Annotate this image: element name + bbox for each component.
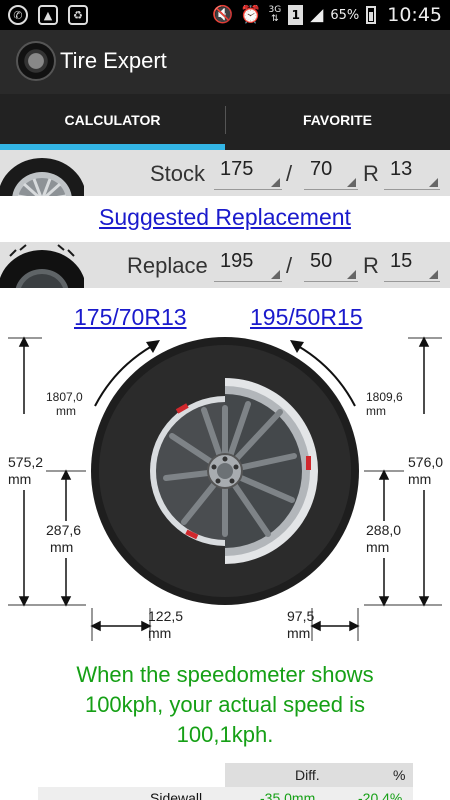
replace-width: 97,5 mm	[287, 608, 315, 641]
tab-calculator[interactable]: CALCULATOR	[0, 94, 225, 150]
replace-tire-image	[0, 242, 84, 288]
speedometer-result: When the speedometer shows 100kph, your …	[20, 660, 430, 750]
battery-percent: 65%	[330, 7, 360, 23]
replace-radius: 288,0 mm	[366, 522, 402, 555]
clock: 10:45	[387, 4, 442, 26]
row-percent: -20,4%	[358, 790, 403, 800]
stock-diameter: 575,2 mm	[8, 454, 44, 487]
stock-row: Stock 175 / 70 R 13	[0, 150, 450, 196]
replace-slash: /	[286, 253, 293, 278]
network-3g-icon: 3G ⇅	[268, 5, 282, 24]
battery-icon	[366, 6, 377, 24]
sim-1-icon: 1	[288, 5, 304, 25]
header-diff: Diff.	[295, 767, 320, 783]
header-percent: %	[393, 767, 406, 783]
speed-line-2: 100kph, your actual speed is	[84, 692, 366, 717]
replace-diameter: 576,0 mm	[408, 454, 444, 487]
whatsapp-icon: ✆	[8, 5, 28, 25]
stock-circumference: 1807,0 mm	[46, 390, 83, 418]
tire-comparison-diagram: 175/70R13 195/50R15 1807,0 mm 1809,6 mm …	[0, 296, 450, 646]
replace-row: Replace 195 / 50 R 15	[0, 242, 450, 288]
recycle-icon: ♻	[68, 5, 88, 25]
gallery-icon: ▲	[38, 5, 58, 25]
tab-favorite[interactable]: FAVORITE	[225, 94, 450, 150]
stock-aspect-select[interactable]: 70	[304, 158, 358, 190]
replace-label: Replace	[127, 253, 208, 278]
stock-r-label: R	[363, 161, 379, 186]
stock-label: Stock	[150, 161, 206, 186]
stock-width-select[interactable]: 175	[214, 158, 282, 190]
app-bar: Tire Expert	[0, 30, 450, 94]
app-title: Tire Expert	[60, 48, 167, 73]
replace-rim-select[interactable]: 15	[384, 250, 440, 282]
stock-tire-image	[0, 150, 84, 196]
tire-app-icon[interactable]	[16, 41, 56, 81]
replace-aspect-select[interactable]: 50	[304, 250, 358, 282]
replace-r-label: R	[363, 253, 379, 278]
stock-slash: /	[286, 161, 293, 186]
tab-bar: CALCULATOR FAVORITE	[0, 94, 450, 150]
replace-circumference: 1809,6 mm	[366, 390, 403, 418]
suggested-replacement-link[interactable]: Suggested Replacement	[0, 204, 450, 231]
stock-width: 122,5 mm	[148, 608, 184, 641]
comparison-table-header: Diff. %	[225, 763, 413, 787]
row-label: Sidewall	[150, 790, 203, 800]
signal-icon: ◢	[310, 5, 324, 25]
stock-radius: 287,6 mm	[46, 522, 82, 555]
speed-line-1: When the speedometer shows	[76, 662, 374, 687]
table-row: Sidewall -35,0mm -20,4%	[38, 787, 413, 800]
alarm-icon: ⏰	[240, 5, 262, 25]
speed-line-3: 100,1kph.	[176, 722, 274, 747]
replace-width-select[interactable]: 195	[214, 250, 282, 282]
row-diff: -35,0mm	[260, 790, 316, 800]
stock-rim-select[interactable]: 13	[384, 158, 440, 190]
mute-icon: 🔇	[212, 5, 234, 25]
tire-drawing	[8, 336, 442, 641]
status-bar: ✆ ▲ ♻ 🔇 ⏰ 3G ⇅ 1 ◢ 65% 10:45	[0, 0, 450, 30]
